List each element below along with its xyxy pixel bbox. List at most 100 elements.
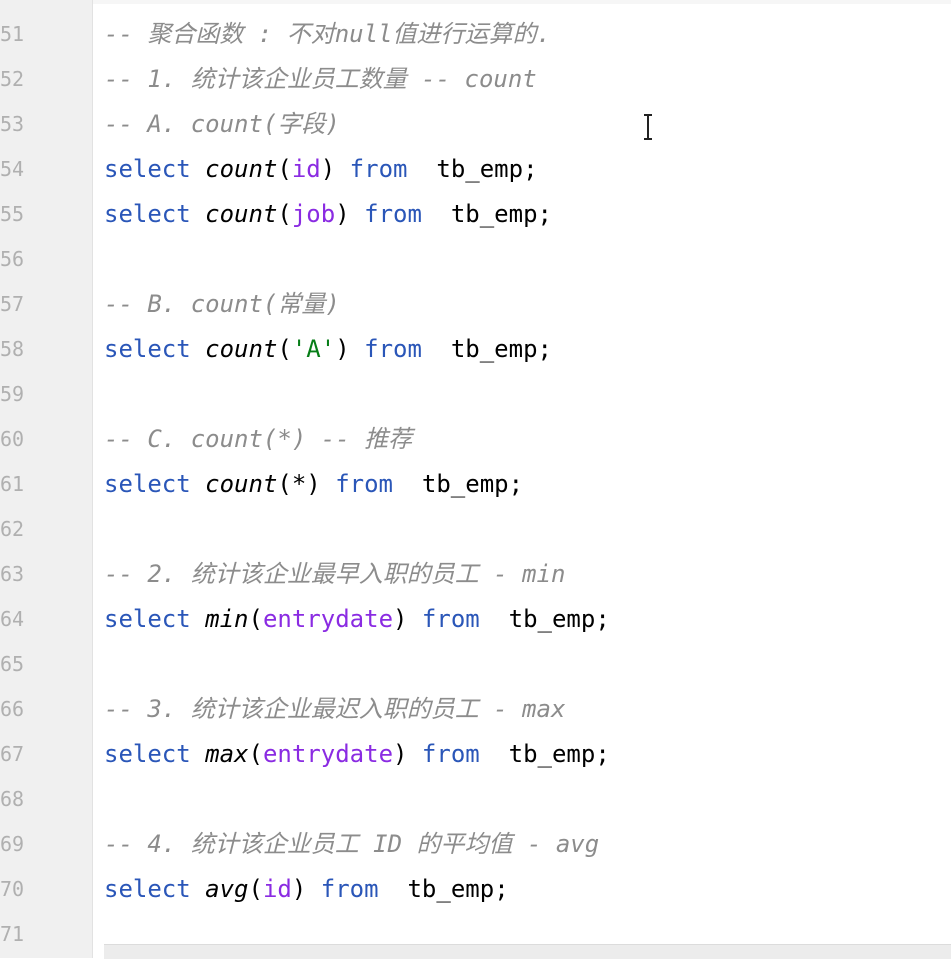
sql-keyword: select	[104, 875, 191, 903]
sql-punctuation: )	[393, 605, 422, 633]
sql-function: avg	[205, 875, 249, 903]
sql-punctuation: )	[320, 155, 350, 183]
code-line[interactable]: 54 select count(id) from tb_emp;	[0, 147, 951, 192]
line-number: 67	[0, 742, 25, 766]
code-line[interactable]: 60 -- C. count(*) -- 推荐	[0, 417, 951, 462]
sql-keyword: from	[364, 335, 422, 363]
sql-function: max	[205, 740, 249, 768]
sql-punctuation: ;	[537, 200, 552, 228]
line-number: 56	[0, 247, 25, 271]
sql-punctuation: ;	[523, 155, 538, 183]
sql-punctuation: (	[248, 875, 263, 903]
sql-punctuation	[191, 335, 205, 363]
sql-keyword: select	[104, 200, 191, 228]
sql-punctuation: )	[393, 740, 422, 768]
sql-function: count	[205, 470, 278, 498]
sql-punctuation	[191, 605, 205, 633]
sql-punctuation: )	[335, 335, 365, 363]
code-line[interactable]: 65	[0, 642, 951, 687]
sql-keyword: select	[104, 740, 191, 768]
code-text[interactable]: select count('A') from tb_emp;	[104, 327, 552, 372]
code-line[interactable]: 68	[0, 777, 951, 822]
code-text[interactable]: -- 1. 统计该企业员工数量 -- count	[104, 57, 537, 102]
sql-keyword: select	[104, 335, 191, 363]
code-line[interactable]: 62	[0, 507, 951, 552]
code-line[interactable]: 57 -- B. count(常量)	[0, 282, 951, 327]
line-number: 62	[0, 517, 25, 541]
code-line[interactable]: 59	[0, 372, 951, 417]
sql-column: entrydate	[262, 605, 394, 633]
code-text[interactable]: select max(entrydate) from tb_emp;	[104, 732, 610, 777]
sql-function: count	[205, 155, 278, 183]
code-line[interactable]: 58 select count('A') from tb_emp;	[0, 327, 951, 372]
code-line[interactable]: 67 select max(entrydate) from tb_emp;	[0, 732, 951, 777]
code-line[interactable]: 64 select min(entrydate) from tb_emp;	[0, 597, 951, 642]
code-text[interactable]: select count(*) from tb_emp;	[104, 462, 523, 507]
sql-function: count	[205, 200, 278, 228]
code-line[interactable]: 61 select count(*) from tb_emp;	[0, 462, 951, 507]
sql-punctuation	[393, 470, 422, 498]
code-text[interactable]: -- C. count(*) -- 推荐	[104, 417, 412, 462]
code-line[interactable]: 66 -- 3. 统计该企业最迟入职的员工 - max	[0, 687, 951, 732]
sql-comment: -- C. count(*) -- 推荐	[104, 425, 413, 453]
code-text[interactable]: select avg(id) from tb_emp;	[104, 867, 509, 912]
sql-punctuation	[422, 200, 451, 228]
code-line[interactable]: 69 -- 4. 统计该企业员工 ID 的平均值 - avg	[0, 822, 951, 867]
code-line[interactable]: 70 select avg(id) from tb_emp;	[0, 867, 951, 912]
sql-table-name: tb_emp	[508, 605, 596, 633]
sql-comment: -- 2. 统计该企业最早入职的员工 - min	[104, 560, 566, 588]
code-text[interactable]: select count(id) from tb_emp;	[104, 147, 538, 192]
code-text[interactable]: -- 4. 统计该企业员工 ID 的平均值 - avg	[104, 822, 599, 867]
sql-punctuation	[422, 335, 451, 363]
line-number: 53	[0, 112, 25, 136]
code-text[interactable]: -- A. count(字段)	[104, 102, 340, 147]
line-number: 63	[0, 562, 25, 586]
line-number: 71	[0, 922, 25, 946]
code-line[interactable]: 53 -- A. count(字段)	[0, 102, 951, 147]
sql-punctuation: ;	[595, 740, 610, 768]
code-text[interactable]: select min(entrydate) from tb_emp;	[104, 597, 610, 642]
sql-keyword: select	[104, 605, 191, 633]
code-line[interactable]: 51 -- 聚合函数 : 不对null值进行运算的.	[0, 12, 951, 57]
sql-punctuation: ;	[537, 335, 552, 363]
line-number: 55	[0, 202, 25, 226]
top-strip	[93, 0, 951, 4]
code-text[interactable]: -- B. count(常量)	[104, 282, 340, 327]
sql-punctuation	[191, 155, 205, 183]
sql-comment: -- B. count(常量)	[104, 290, 340, 318]
sql-punctuation	[191, 200, 205, 228]
sql-comment: -- 1. 统计该企业员工数量 -- count	[104, 65, 537, 93]
code-text[interactable]: -- 3. 统计该企业最迟入职的员工 - max	[104, 687, 565, 732]
sql-punctuation: (	[248, 740, 263, 768]
code-text[interactable]: select count(job) from tb_emp;	[104, 192, 552, 237]
code-text[interactable]: -- 2. 统计该企业最早入职的员工 - min	[104, 552, 565, 597]
code-text[interactable]: -- 聚合函数 : 不对null值进行运算的.	[104, 12, 551, 57]
sql-comment: -- 3. 统计该企业最迟入职的员工 - max	[104, 695, 566, 723]
sql-keyword: from	[421, 605, 480, 633]
sql-keyword: from	[335, 470, 393, 498]
sql-keyword: select	[104, 155, 191, 183]
sql-string-literal: 'A'	[291, 335, 336, 363]
horizontal-scrollbar[interactable]	[104, 944, 951, 959]
sql-punctuation	[191, 875, 205, 903]
sql-keyword: from	[421, 740, 480, 768]
sql-table-name: tb_emp	[407, 875, 495, 903]
line-number: 57	[0, 292, 25, 316]
line-number: 60	[0, 427, 25, 451]
sql-punctuation: (*)	[277, 470, 336, 498]
sql-comment: -- A. count(字段)	[104, 110, 340, 138]
code-line[interactable]: 56	[0, 237, 951, 282]
sql-punctuation	[379, 875, 408, 903]
sql-punctuation: ;	[595, 605, 610, 633]
sql-table-name: tb_emp	[436, 155, 524, 183]
code-line[interactable]: 55 select count(job) from tb_emp;	[0, 192, 951, 237]
sql-punctuation: (	[277, 200, 292, 228]
sql-comment: -- 聚合函数 : 不对null值进行运算的.	[104, 20, 551, 48]
code-line[interactable]: 52 -- 1. 统计该企业员工数量 -- count	[0, 57, 951, 102]
code-line[interactable]: 63 -- 2. 统计该企业最早入职的员工 - min	[0, 552, 951, 597]
sql-function: min	[205, 605, 249, 633]
line-number: 54	[0, 157, 25, 181]
line-number: 69	[0, 832, 25, 856]
sql-editor[interactable]: 51 -- 聚合函数 : 不对null值进行运算的. 52 -- 1. 统计该企业员工…	[0, 0, 951, 959]
sql-column: job	[291, 200, 336, 228]
